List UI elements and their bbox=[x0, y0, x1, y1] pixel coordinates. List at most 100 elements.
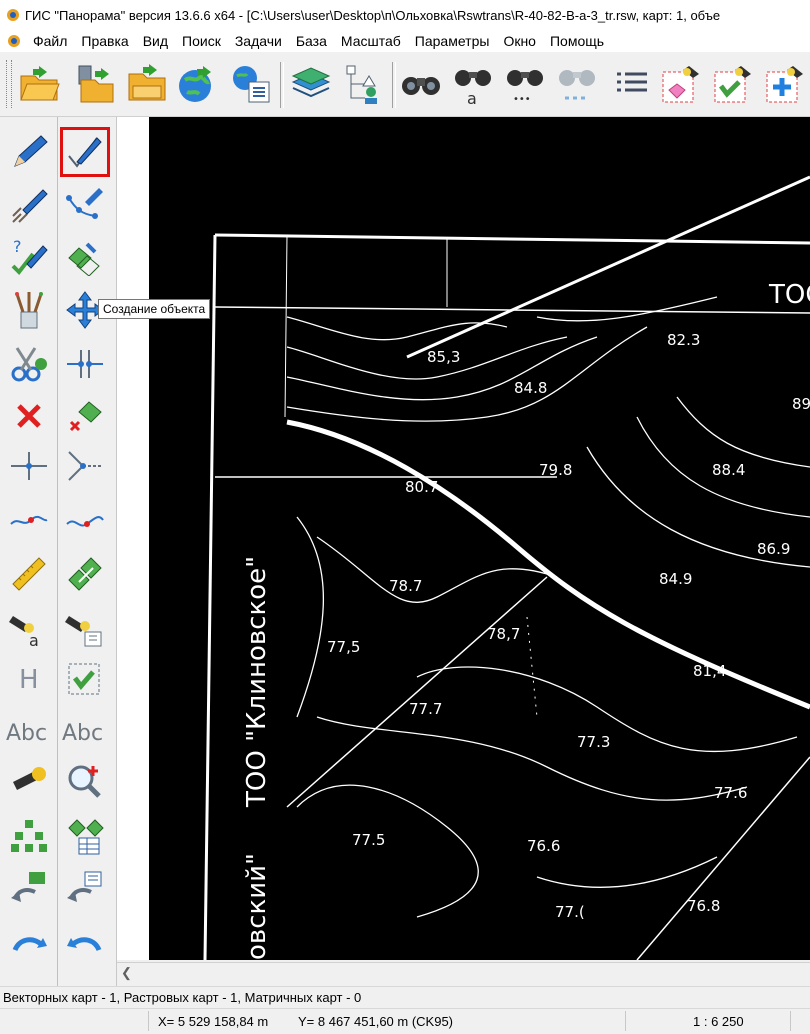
object-list-button[interactable] bbox=[606, 58, 656, 110]
height-button[interactable]: H bbox=[4, 653, 54, 703]
select-grid-button[interactable] bbox=[60, 603, 110, 653]
window-title: ГИС "Панорама" версия 13.6.6 x64 - [C:\U… bbox=[25, 7, 721, 23]
status-divider bbox=[148, 1011, 149, 1031]
extend-line-button[interactable] bbox=[60, 441, 110, 491]
elevation-label: 85,3 bbox=[427, 348, 460, 366]
elevation-label: 77.6 bbox=[714, 784, 747, 802]
undo-button[interactable] bbox=[60, 863, 110, 913]
copy-object-button[interactable] bbox=[60, 231, 110, 281]
search-area-button[interactable]: ••• bbox=[500, 58, 550, 110]
map-horizontal-scrollbar[interactable]: ❮ bbox=[117, 962, 810, 985]
cut-object-button[interactable] bbox=[4, 339, 54, 389]
title-bar: ГИС "Панорама" версия 13.6.6 x64 - [C:\U… bbox=[0, 0, 810, 30]
text-edit-button[interactable]: Abc bbox=[60, 707, 110, 757]
create-by-points-button[interactable] bbox=[60, 179, 110, 229]
elevation-label: 82.3 bbox=[667, 331, 700, 349]
menu-view[interactable]: Вид bbox=[136, 33, 175, 49]
coordinate-x: X= 5 529 158,84 m bbox=[158, 1014, 269, 1029]
open-folder-icon bbox=[20, 66, 60, 101]
point-cross-icon bbox=[11, 452, 47, 480]
binoculars-text-icon: a bbox=[455, 70, 491, 106]
brushes-button[interactable] bbox=[4, 285, 54, 335]
layers-button[interactable] bbox=[286, 58, 336, 110]
delete-part-button[interactable] bbox=[60, 391, 110, 441]
hierarchy-icon bbox=[11, 820, 47, 852]
green-undo-icon bbox=[11, 872, 45, 902]
elevation-label: 78,7 bbox=[487, 625, 520, 643]
text-select-letter: a bbox=[29, 631, 39, 648]
object-info-button[interactable]: ? bbox=[4, 231, 54, 281]
smooth-line-button[interactable] bbox=[60, 495, 110, 545]
tree-icon bbox=[346, 65, 377, 104]
list-icon bbox=[617, 72, 647, 92]
delete-object-button[interactable] bbox=[4, 391, 54, 441]
search-object-button[interactable] bbox=[396, 58, 446, 110]
hierarchy-button[interactable] bbox=[4, 811, 54, 861]
select-object-frame-button[interactable] bbox=[60, 653, 110, 703]
redo-button[interactable] bbox=[4, 915, 54, 965]
text-select-button[interactable]: a bbox=[4, 603, 54, 653]
height-letter: H bbox=[19, 665, 39, 695]
add-point-button[interactable] bbox=[4, 441, 54, 491]
undo-arrow-button[interactable] bbox=[60, 915, 110, 965]
menu-search[interactable]: Поиск bbox=[175, 33, 228, 49]
raster-map: 85,3 84.8 82.3 89 80.7 79.8 88.4 86.9 78… bbox=[117, 117, 810, 960]
edit-pencil-button[interactable] bbox=[4, 127, 54, 177]
elevation-label: 76.6 bbox=[527, 837, 560, 855]
app-icon bbox=[7, 9, 19, 21]
edit-line-button[interactable] bbox=[4, 495, 54, 545]
highlight-button[interactable] bbox=[4, 757, 54, 807]
select-by-area-button[interactable] bbox=[656, 58, 706, 110]
document-icon[interactable] bbox=[6, 34, 22, 48]
search-by-name-button[interactable]: a bbox=[448, 58, 498, 110]
abc-label: Abc bbox=[6, 721, 47, 746]
toolbar-grip[interactable] bbox=[6, 60, 12, 108]
create-object-button[interactable] bbox=[60, 127, 110, 177]
scroll-left-icon[interactable]: ❮ bbox=[121, 965, 132, 981]
elevation-label: 79.8 bbox=[539, 461, 572, 479]
select-objects-button[interactable] bbox=[708, 58, 758, 110]
transform-object-button[interactable] bbox=[60, 549, 110, 599]
abc-text-icon: Abc bbox=[6, 721, 47, 746]
flashlight-grid-icon bbox=[65, 616, 102, 647]
open-map-button[interactable] bbox=[14, 58, 64, 110]
open-dbm-button[interactable] bbox=[122, 58, 172, 110]
map-view[interactable]: 85,3 84.8 82.3 89 80.7 79.8 88.4 86.9 78… bbox=[117, 117, 810, 960]
status-divider bbox=[625, 1011, 626, 1031]
menu-help[interactable]: Помощь bbox=[543, 33, 611, 49]
map-list-button[interactable] bbox=[226, 58, 276, 110]
globe-list-icon bbox=[233, 66, 270, 103]
search-selected-button bbox=[552, 58, 602, 110]
green-check-copy-icon bbox=[68, 242, 100, 276]
map-counts-text: Векторных карт - 1, Растровых карт - 1, … bbox=[3, 989, 362, 1005]
menu-window[interactable]: Окно bbox=[496, 33, 543, 49]
menu-bar: Файл Правка Вид Поиск Задачи База Масшта… bbox=[0, 30, 810, 52]
abc-edit-icon: Abc bbox=[62, 721, 103, 746]
binoculars-icon bbox=[402, 77, 440, 95]
flashlight-icon bbox=[13, 767, 46, 790]
legend-tree-button[interactable] bbox=[338, 58, 388, 110]
object-properties-button[interactable] bbox=[60, 811, 110, 861]
green-cross-icon bbox=[69, 401, 102, 432]
undo-arrow-icon bbox=[67, 937, 102, 952]
open-data-button[interactable] bbox=[70, 58, 120, 110]
map-scale: 1 : 6 250 bbox=[693, 1014, 744, 1029]
pencil-hatch-icon bbox=[12, 189, 48, 223]
menu-parameters[interactable]: Параметры bbox=[408, 33, 497, 49]
menu-tasks[interactable]: Задачи bbox=[228, 33, 289, 49]
menu-database[interactable]: База bbox=[289, 33, 334, 49]
flashlight-text-icon: a bbox=[9, 616, 39, 648]
ruler-button[interactable] bbox=[4, 549, 54, 599]
extend-icon bbox=[68, 451, 103, 481]
pencil-check-icon bbox=[68, 137, 102, 168]
text-label-button[interactable]: Abc bbox=[4, 707, 54, 757]
open-globe-button[interactable] bbox=[172, 58, 222, 110]
zoom-in-button[interactable] bbox=[60, 757, 110, 807]
menu-edit[interactable]: Правка bbox=[74, 33, 135, 49]
menu-file[interactable]: Файл bbox=[26, 33, 74, 49]
undo-insert-button[interactable] bbox=[4, 863, 54, 913]
split-object-button[interactable] bbox=[60, 339, 110, 389]
add-selection-button[interactable] bbox=[760, 58, 810, 110]
hatch-object-button[interactable] bbox=[4, 179, 54, 229]
menu-scale[interactable]: Масштаб bbox=[334, 33, 408, 49]
